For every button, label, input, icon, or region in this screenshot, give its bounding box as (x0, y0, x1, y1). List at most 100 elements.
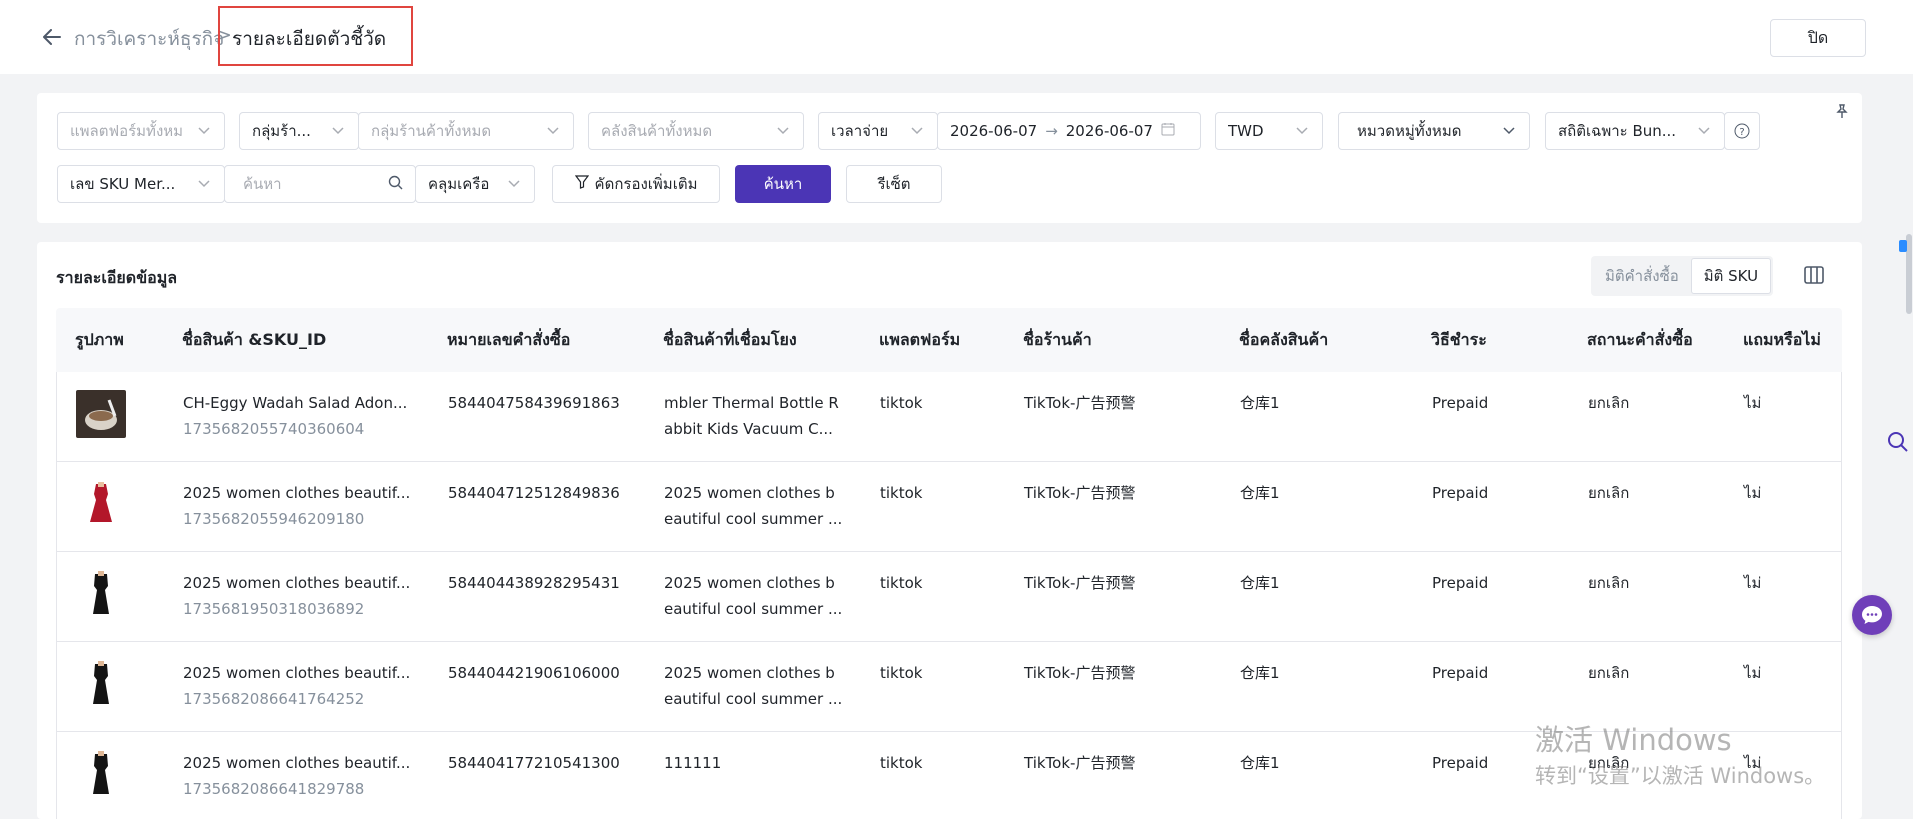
warehouse-name: 仓库1 (1240, 574, 1280, 592)
gift-flag: ไม่ (1744, 484, 1762, 502)
stat-mode-select[interactable]: สถิติเฉพาะ Bun... (1545, 112, 1725, 150)
store-name: TikTok-广告预警 (1024, 754, 1136, 772)
filter-icon (574, 175, 589, 193)
black-dress-image (76, 750, 126, 798)
warehouse-name: 仓库1 (1240, 664, 1280, 682)
header-store: ชื่อร้านค้า (1023, 329, 1092, 349)
sku-id: 1735682086641764252 (183, 690, 365, 708)
black-dress-image (76, 570, 126, 618)
order-number: 584404758439691863 (448, 394, 620, 412)
header-payment: วิธีชำระ (1431, 329, 1487, 349)
table-row[interactable]: CH-Eggy Wadah Salad Adon... 1735682055740… (56, 372, 1842, 462)
header-order-status: สถานะคำสั่งซื้อ (1587, 329, 1693, 349)
chevron-down-icon (547, 124, 561, 138)
store-group-mode-select[interactable]: กลุ่มร้า... (239, 112, 359, 150)
chevron-down-icon (1698, 124, 1712, 138)
date-range-picker[interactable]: 2026-06-07 → 2026-06-07 (937, 112, 1201, 150)
warehouse-name: 仓库1 (1240, 394, 1280, 412)
order-status: ยกเลิก (1588, 484, 1630, 502)
search-input[interactable]: ค้นหา (224, 165, 416, 203)
store-name: TikTok-广告预警 (1024, 664, 1136, 682)
sku-id: 1735682055740360604 (183, 420, 365, 438)
order-number: 584404712512849836 (448, 484, 620, 502)
search-button[interactable]: ค้นหา (735, 165, 831, 203)
linked-product-line1: 2025 women clothes b (664, 484, 835, 502)
time-type-select[interactable]: เวลาจ่าย (818, 112, 938, 150)
chevron-down-icon (1296, 124, 1310, 138)
search-icon[interactable] (388, 175, 403, 194)
tab-order-dimension[interactable]: มิติคำสั่งซื้อ (1593, 258, 1691, 294)
payment-method: Prepaid (1432, 664, 1489, 682)
pin-icon[interactable] (1834, 103, 1850, 119)
order-status: ยกเลิก (1588, 574, 1630, 592)
breadcrumb-parent[interactable]: การวิเคราะห์ธุรกิจ (74, 24, 224, 54)
platform: tiktok (880, 574, 923, 592)
order-number: 584404177210541300 (448, 754, 620, 772)
header-order-number: หมายเลขคำสั่งซื้อ (447, 329, 571, 349)
back-arrow-icon[interactable] (40, 25, 64, 49)
header-platform: แพลตฟอร์ม (879, 329, 961, 349)
chat-bubble-icon[interactable] (1852, 595, 1892, 635)
chevron-down-icon (777, 124, 791, 138)
category-select[interactable]: หมวดหมู่ทั้งหมด (1338, 112, 1530, 150)
currency-select[interactable]: TWD (1215, 112, 1323, 150)
annotation-highlight-box (218, 6, 413, 66)
close-button[interactable]: ปิด (1770, 19, 1866, 57)
reset-button[interactable]: รีเซ็ต (846, 165, 942, 203)
black-dress-image (76, 660, 126, 708)
floating-search-icon[interactable] (1887, 431, 1909, 453)
sku-id: 1735681950318036892 (183, 600, 365, 618)
payment-method: Prepaid (1432, 484, 1489, 502)
warehouse-name: 仓库1 (1240, 484, 1280, 502)
calendar-icon (1161, 122, 1175, 140)
sku-id: 1735682086641829788 (183, 780, 365, 798)
linked-product-line2: eautiful cool summer ... (664, 510, 843, 528)
header-warehouse: ชื่อคลังสินค้า (1239, 329, 1329, 349)
dimension-toggle: มิติคำสั่งซื้อ มิติ SKU (1591, 256, 1774, 296)
chevron-down-icon (1503, 124, 1517, 138)
food-bowl-image (76, 390, 126, 438)
order-number: 584404438928295431 (448, 574, 620, 592)
table-row[interactable]: 2025 women clothes beautif... 17356819503… (56, 552, 1842, 642)
chevron-down-icon (198, 177, 212, 191)
platform: tiktok (880, 394, 923, 412)
store-group-select[interactable]: กลุ่มร้านค้าทั้งหมด (358, 112, 574, 150)
gift-flag: ไม่ (1744, 754, 1762, 772)
sku-type-select[interactable]: เลข SKU Mer... (57, 165, 225, 203)
date-arrow: → (1045, 122, 1058, 140)
help-icon[interactable]: ? (1724, 112, 1760, 150)
chevron-down-icon (911, 124, 925, 138)
table-row[interactable]: 2025 women clothes beautif... 17356820866… (56, 732, 1842, 819)
date-start[interactable]: 2026-06-07 (950, 122, 1037, 140)
red-dress-image (76, 480, 126, 528)
header-image: รูปภาพ (75, 329, 124, 349)
chevron-down-icon (508, 177, 522, 191)
section-title: รายละเอียดข้อมูล (56, 268, 178, 287)
column-settings-icon[interactable] (1803, 264, 1825, 286)
linked-product-line2: eautiful cool summer ... (664, 690, 843, 708)
chevron-down-icon (198, 124, 212, 138)
order-status: ยกเลิก (1588, 664, 1630, 682)
date-end[interactable]: 2026-06-07 (1066, 122, 1153, 140)
payment-method: Prepaid (1432, 574, 1489, 592)
order-number: 584404421906106000 (448, 664, 620, 682)
warehouse-select[interactable]: คลังสินค้าทั้งหมด (588, 112, 804, 150)
platform-select[interactable]: แพลตฟอร์มทั้งหม (57, 112, 225, 150)
tab-sku-dimension[interactable]: มิติ SKU (1690, 258, 1772, 294)
side-indicator (1899, 240, 1907, 252)
linked-product-line2: eautiful cool summer ... (664, 600, 843, 618)
match-mode-select[interactable]: คลุมเครือ (415, 165, 535, 203)
table-row[interactable]: 2025 women clothes beautif... 17356820559… (56, 462, 1842, 552)
linked-product-line1: 2025 women clothes b (664, 574, 835, 592)
product-name: 2025 women clothes beautif... (183, 574, 411, 592)
more-filter-button[interactable]: คัดกรองเพิ่มเติม (552, 165, 720, 203)
table-row[interactable]: 2025 women clothes beautif... 17356820866… (56, 642, 1842, 732)
data-table: รูปภาพ ชื่อสินค้า &SKU_ID หมายเลขคำสั่งซ… (56, 308, 1842, 819)
store-name: TikTok-广告预警 (1024, 394, 1136, 412)
platform: tiktok (880, 664, 923, 682)
svg-text:?: ? (1739, 127, 1744, 138)
order-status: ยกเลิก (1588, 394, 1630, 412)
store-name: TikTok-广告预警 (1024, 574, 1136, 592)
chevron-down-icon (332, 124, 346, 138)
order-status: ยกเลิก (1588, 754, 1630, 772)
